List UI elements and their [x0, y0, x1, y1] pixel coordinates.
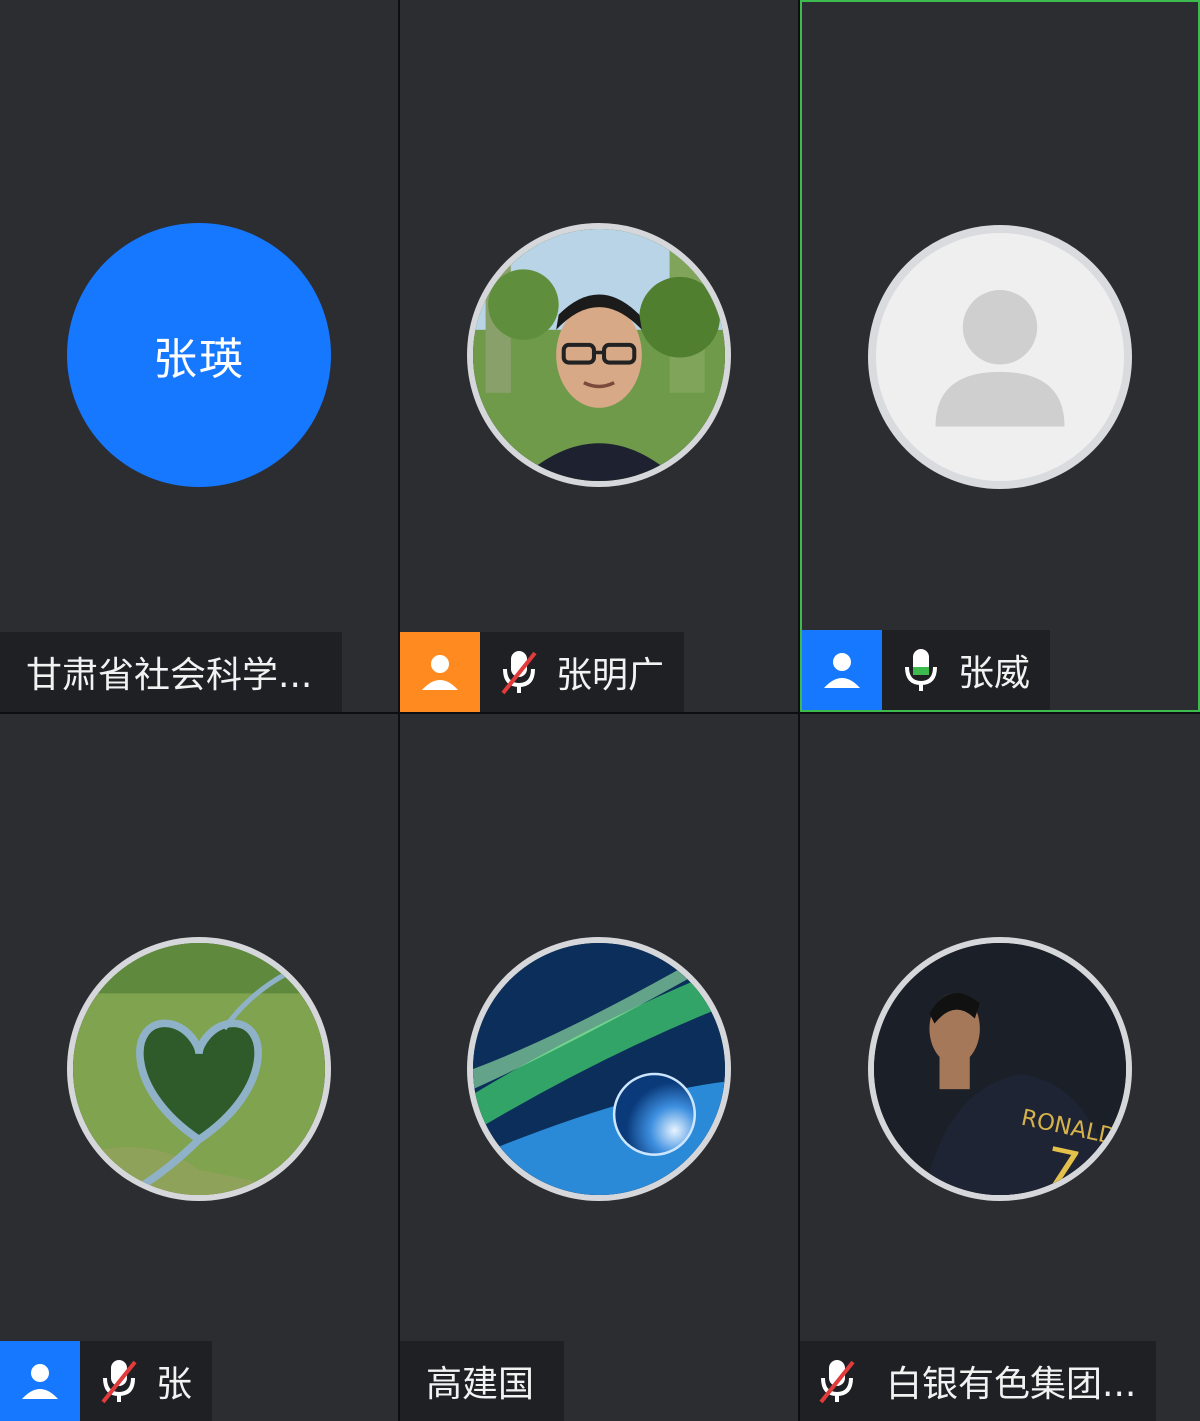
- person-icon: [802, 630, 882, 710]
- mic-muted-icon[interactable]: [810, 1341, 864, 1421]
- profile-photo: [73, 943, 325, 1195]
- default-avatar-icon: [868, 225, 1132, 489]
- avatar-initials: 张瑛: [153, 334, 245, 385]
- mic-icon[interactable]: [894, 630, 948, 710]
- participant-name: 高建国: [426, 1364, 535, 1405]
- avatar: [67, 937, 331, 1201]
- participant-tile[interactable]: 张瑛 甘肃省社会科学...: [0, 0, 398, 712]
- participant-name: 白银有色集团...: [886, 1364, 1137, 1405]
- participant-tile[interactable]: RONALDO 7 白银有色集团...: [800, 714, 1200, 1421]
- name-bar: 高建国: [400, 1341, 565, 1421]
- participant-tile[interactable]: 高建国: [400, 714, 798, 1421]
- profile-photo: RONALDO 7: [874, 943, 1126, 1195]
- participant-tile[interactable]: 张: [0, 714, 398, 1421]
- video-grid: 张瑛 甘肃省社会科学... 张明广 张威 张 高建国 RONALDO 7 白银有…: [0, 0, 1200, 1421]
- mic-muted-icon[interactable]: [92, 1341, 146, 1421]
- name-bar: 张: [0, 1341, 213, 1421]
- name-bar: 白银有色集团...: [800, 1341, 1157, 1421]
- participant-tile-active[interactable]: 张威: [800, 0, 1200, 712]
- avatar: RONALDO 7: [868, 937, 1132, 1201]
- participant-name: 张: [156, 1364, 193, 1405]
- participant-name: 甘肃省社会科学...: [26, 655, 313, 696]
- participant-name: 张威: [958, 653, 1031, 694]
- avatar: [467, 223, 731, 487]
- mic-muted-icon[interactable]: [492, 632, 546, 712]
- participant-name: 张明广: [556, 655, 665, 696]
- name-bar: 张明广: [400, 632, 685, 712]
- avatar: [467, 937, 731, 1201]
- profile-photo: [473, 229, 725, 481]
- participant-tile[interactable]: 张明广: [400, 0, 798, 712]
- avatar: 张瑛: [67, 223, 331, 487]
- person-icon: [0, 1341, 80, 1421]
- profile-photo: [473, 943, 725, 1195]
- person-icon: [400, 632, 480, 712]
- name-bar: 甘肃省社会科学...: [0, 632, 343, 712]
- name-bar: 张威: [802, 630, 1051, 710]
